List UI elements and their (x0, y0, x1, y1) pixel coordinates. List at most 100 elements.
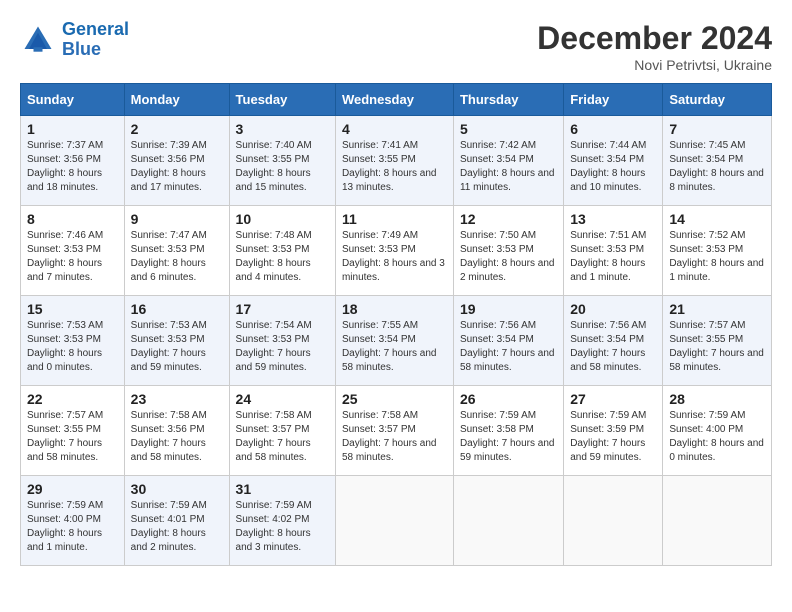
day-info: Sunrise: 7:44 AM Sunset: 3:54 PM Dayligh… (570, 139, 656, 195)
day-info: Sunrise: 7:59 AM Sunset: 4:00 PM Dayligh… (669, 409, 765, 465)
day-info: Sunrise: 7:41 AM Sunset: 3:55 PM Dayligh… (342, 139, 447, 195)
day-info: Sunrise: 7:51 AM Sunset: 3:53 PM Dayligh… (570, 229, 656, 285)
day-info: Sunrise: 7:55 AM Sunset: 3:54 PM Dayligh… (342, 319, 447, 375)
day-info: Sunrise: 7:57 AM Sunset: 3:55 PM Dayligh… (669, 319, 765, 375)
day-info: Sunrise: 7:49 AM Sunset: 3:53 PM Dayligh… (342, 229, 447, 285)
day-info: Sunrise: 7:57 AM Sunset: 3:55 PM Dayligh… (27, 409, 118, 465)
day-info: Sunrise: 7:50 AM Sunset: 3:53 PM Dayligh… (460, 229, 557, 285)
day-number: 15 (27, 301, 118, 317)
calendar-cell: 3Sunrise: 7:40 AM Sunset: 3:55 PM Daylig… (229, 116, 335, 206)
day-number: 3 (236, 121, 329, 137)
calendar-cell: 28Sunrise: 7:59 AM Sunset: 4:00 PM Dayli… (663, 386, 772, 476)
calendar-cell: 13 Sunrise: 7:51 AM Sunset: 3:53 PM Dayli… (564, 206, 663, 296)
calendar-cell: 14 Sunrise: 7:52 AM Sunset: 3:53 PM Dayli… (663, 206, 772, 296)
day-info: Sunrise: 7:39 AM Sunset: 3:56 PM Dayligh… (131, 139, 223, 195)
day-info: Sunrise: 7:46 AM Sunset: 3:53 PM Dayligh… (27, 229, 118, 285)
calendar-cell: 24 Sunrise: 7:58 AM Sunset: 3:57 PM Dayli… (229, 386, 335, 476)
calendar-cell: 9Sunrise: 7:47 AM Sunset: 3:53 PM Daylig… (124, 206, 229, 296)
week-row-1: 1Sunrise: 7:37 AM Sunset: 3:56 PM Daylig… (21, 116, 772, 206)
day-number: 23 (131, 391, 223, 407)
logo-line2: Blue (62, 39, 101, 59)
calendar-cell: 7Sunrise: 7:45 AM Sunset: 3:54 PM Daylig… (663, 116, 772, 206)
day-info: Sunrise: 7:59 AM Sunset: 4:00 PM Dayligh… (27, 499, 118, 555)
logo-line1: General (62, 19, 129, 39)
day-info: Sunrise: 7:59 AM Sunset: 3:58 PM Dayligh… (460, 409, 557, 465)
header-row: SundayMondayTuesdayWednesdayThursdayFrid… (21, 84, 772, 116)
col-header-monday: Monday (124, 84, 229, 116)
col-header-wednesday: Wednesday (335, 84, 453, 116)
day-number: 10 (236, 211, 329, 227)
day-number: 16 (131, 301, 223, 317)
day-info: Sunrise: 7:58 AM Sunset: 3:57 PM Dayligh… (236, 409, 329, 465)
calendar-cell: 17Sunrise: 7:54 AM Sunset: 3:53 PM Dayli… (229, 296, 335, 386)
calendar-cell: 15 Sunrise: 7:53 AM Sunset: 3:53 PM Dayli… (21, 296, 125, 386)
day-info: Sunrise: 7:42 AM Sunset: 3:54 PM Dayligh… (460, 139, 557, 195)
day-number: 9 (131, 211, 223, 227)
day-info: Sunrise: 7:59 AM Sunset: 3:59 PM Dayligh… (570, 409, 656, 465)
calendar-cell: 10 Sunrise: 7:48 AM Sunset: 3:53 PM Dayli… (229, 206, 335, 296)
day-number: 21 (669, 301, 765, 317)
calendar-cell: 4 Sunrise: 7:41 AM Sunset: 3:55 PM Daylig… (335, 116, 453, 206)
day-info: Sunrise: 7:58 AM Sunset: 3:57 PM Dayligh… (342, 409, 447, 465)
calendar-cell: 6Sunrise: 7:44 AM Sunset: 3:54 PM Daylig… (564, 116, 663, 206)
day-number: 14 (669, 211, 765, 227)
calendar-cell (453, 476, 563, 566)
week-row-3: 15 Sunrise: 7:53 AM Sunset: 3:53 PM Dayli… (21, 296, 772, 386)
calendar-cell: 1Sunrise: 7:37 AM Sunset: 3:56 PM Daylig… (21, 116, 125, 206)
day-number: 17 (236, 301, 329, 317)
day-number: 26 (460, 391, 557, 407)
day-number: 12 (460, 211, 557, 227)
col-header-tuesday: Tuesday (229, 84, 335, 116)
day-number: 27 (570, 391, 656, 407)
calendar-cell: 16Sunrise: 7:53 AM Sunset: 3:53 PM Dayli… (124, 296, 229, 386)
day-number: 13 (570, 211, 656, 227)
calendar-cell: 27 Sunrise: 7:59 AM Sunset: 3:59 PM Dayli… (564, 386, 663, 476)
day-info: Sunrise: 7:56 AM Sunset: 3:54 PM Dayligh… (570, 319, 656, 375)
calendar-cell: 18 Sunrise: 7:55 AM Sunset: 3:54 PM Dayli… (335, 296, 453, 386)
col-header-sunday: Sunday (21, 84, 125, 116)
calendar-cell: 23 Sunrise: 7:58 AM Sunset: 3:56 PM Dayli… (124, 386, 229, 476)
calendar-cell: 31 Sunrise: 7:59 AM Sunset: 4:02 PM Dayli… (229, 476, 335, 566)
calendar-cell: 11 Sunrise: 7:49 AM Sunset: 3:53 PM Dayli… (335, 206, 453, 296)
calendar-cell: 29 Sunrise: 7:59 AM Sunset: 4:00 PM Dayli… (21, 476, 125, 566)
day-number: 11 (342, 211, 447, 227)
day-number: 7 (669, 121, 765, 137)
day-number: 18 (342, 301, 447, 317)
day-number: 5 (460, 121, 557, 137)
day-number: 30 (131, 481, 223, 497)
day-number: 4 (342, 121, 447, 137)
page-header: General Blue December 2024 Novi Petrivts… (20, 20, 772, 73)
calendar-cell: 5 Sunrise: 7:42 AM Sunset: 3:54 PM Daylig… (453, 116, 563, 206)
day-info: Sunrise: 7:52 AM Sunset: 3:53 PM Dayligh… (669, 229, 765, 285)
calendar-cell: 22 Sunrise: 7:57 AM Sunset: 3:55 PM Dayli… (21, 386, 125, 476)
day-number: 19 (460, 301, 557, 317)
location: Novi Petrivtsi, Ukraine (537, 57, 772, 73)
calendar-cell: 12 Sunrise: 7:50 AM Sunset: 3:53 PM Dayli… (453, 206, 563, 296)
calendar-cell (335, 476, 453, 566)
title-block: December 2024 Novi Petrivtsi, Ukraine (537, 20, 772, 73)
day-info: Sunrise: 7:48 AM Sunset: 3:53 PM Dayligh… (236, 229, 329, 285)
calendar-cell: 19Sunrise: 7:56 AM Sunset: 3:54 PM Dayli… (453, 296, 563, 386)
calendar-cell: 21 Sunrise: 7:57 AM Sunset: 3:55 PM Dayli… (663, 296, 772, 386)
calendar-cell (564, 476, 663, 566)
day-info: Sunrise: 7:58 AM Sunset: 3:56 PM Dayligh… (131, 409, 223, 465)
week-row-4: 22 Sunrise: 7:57 AM Sunset: 3:55 PM Dayli… (21, 386, 772, 476)
calendar-cell (663, 476, 772, 566)
week-row-5: 29 Sunrise: 7:59 AM Sunset: 4:00 PM Dayli… (21, 476, 772, 566)
day-number: 24 (236, 391, 329, 407)
logo: General Blue (20, 20, 129, 60)
day-number: 29 (27, 481, 118, 497)
day-number: 22 (27, 391, 118, 407)
calendar-cell: 30Sunrise: 7:59 AM Sunset: 4:01 PM Dayli… (124, 476, 229, 566)
calendar-table: SundayMondayTuesdayWednesdayThursdayFrid… (20, 83, 772, 566)
calendar-cell: 2Sunrise: 7:39 AM Sunset: 3:56 PM Daylig… (124, 116, 229, 206)
day-info: Sunrise: 7:59 AM Sunset: 4:02 PM Dayligh… (236, 499, 329, 555)
col-header-friday: Friday (564, 84, 663, 116)
day-info: Sunrise: 7:37 AM Sunset: 3:56 PM Dayligh… (27, 139, 118, 195)
col-header-thursday: Thursday (453, 84, 563, 116)
logo-icon (20, 22, 56, 58)
day-info: Sunrise: 7:53 AM Sunset: 3:53 PM Dayligh… (27, 319, 118, 375)
day-number: 31 (236, 481, 329, 497)
calendar-cell: 26 Sunrise: 7:59 AM Sunset: 3:58 PM Dayli… (453, 386, 563, 476)
day-number: 8 (27, 211, 118, 227)
